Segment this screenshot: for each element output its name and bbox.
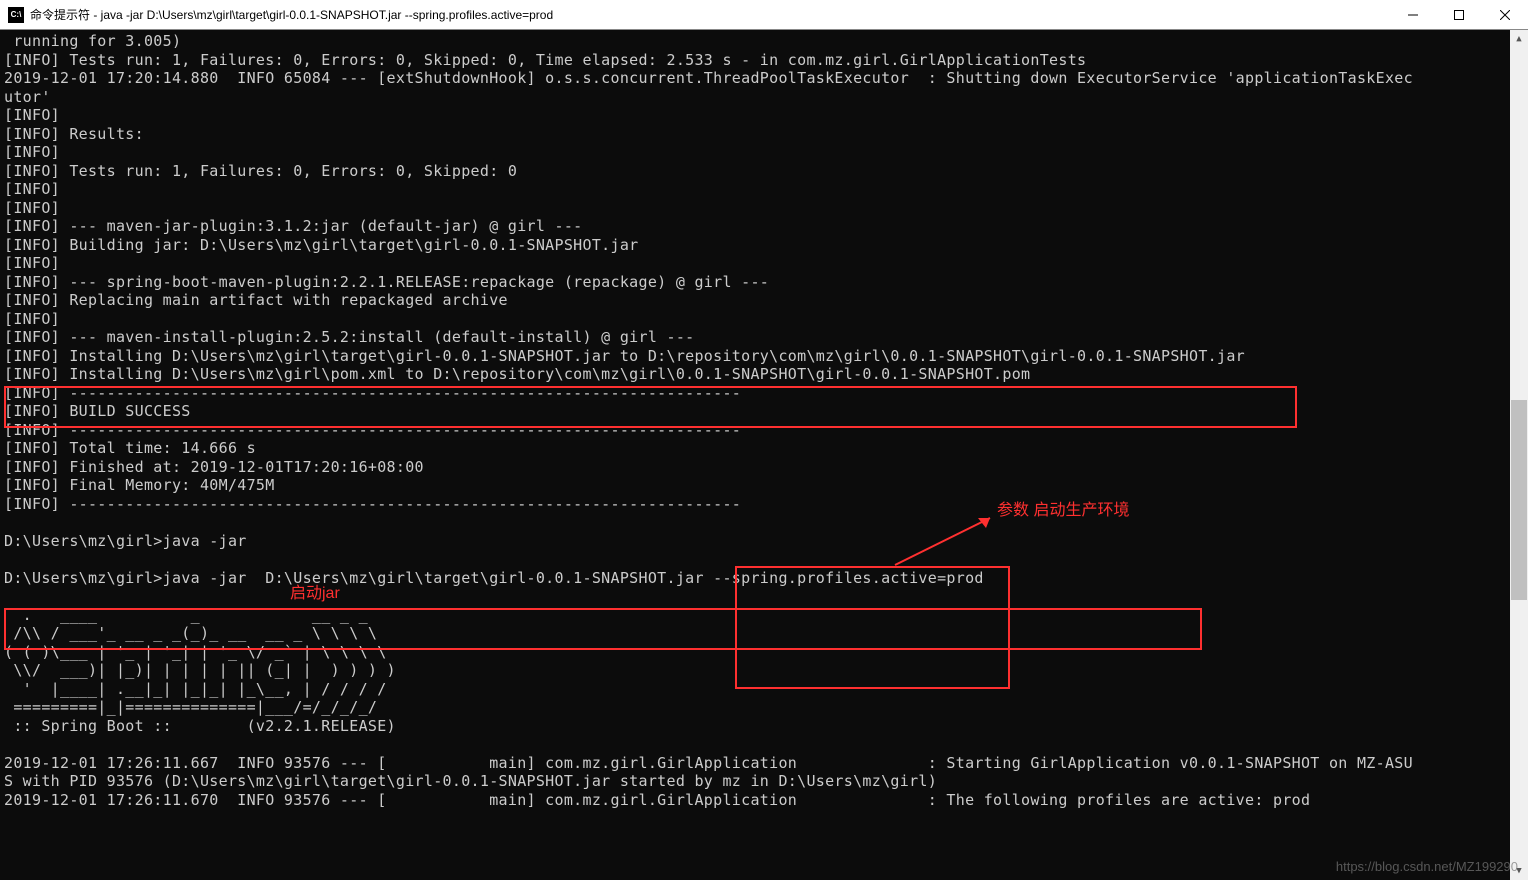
watermark: https://blog.csdn.net/MZ199290: [1336, 859, 1518, 874]
terminal-line: :: Spring Boot :: (v2.2.1.RELEASE): [4, 717, 1506, 736]
terminal-line: [4, 513, 1506, 532]
terminal-line: [4, 587, 1506, 606]
scrollbar-thumb[interactable]: [1511, 400, 1527, 600]
terminal-line: 2019-12-01 17:26:11.667 INFO 93576 --- […: [4, 754, 1506, 773]
terminal-line: . ____ _ __ _ _: [4, 606, 1506, 625]
terminal-line: [INFO] BUILD SUCCESS: [4, 402, 1506, 421]
terminal-line: [INFO] ---------------------------------…: [4, 421, 1506, 440]
terminal-line: [INFO] Tests run: 1, Failures: 0, Errors…: [4, 51, 1506, 70]
terminal-line: S with PID 93576 (D:\Users\mz\girl\targe…: [4, 772, 1506, 791]
terminal-line: ' |____| .__|_| |_|_| |_\__, | / / / /: [4, 680, 1506, 699]
terminal-line: =========|_|==============|___/=/_/_/_/: [4, 698, 1506, 717]
terminal-line: [INFO]: [4, 180, 1506, 199]
terminal-line: utor': [4, 88, 1506, 107]
terminal-line: D:\Users\mz\girl>java -jar D:\Users\mz\g…: [4, 569, 1506, 588]
terminal-line: D:\Users\mz\girl>java -jar: [4, 532, 1506, 551]
terminal-line: [INFO]: [4, 106, 1506, 125]
minimize-button[interactable]: [1390, 0, 1436, 30]
terminal-line: [INFO] Building jar: D:\Users\mz\girl\ta…: [4, 236, 1506, 255]
window-titlebar: C:\ 命令提示符 - java -jar D:\Users\mz\girl\t…: [0, 0, 1528, 30]
terminal-line: 2019-12-01 17:20:14.880 INFO 65084 --- […: [4, 69, 1506, 88]
terminal-line: [INFO] Total time: 14.666 s: [4, 439, 1506, 458]
terminal-line: [INFO] --- spring-boot-maven-plugin:2.2.…: [4, 273, 1506, 292]
terminal-line: [INFO] --- maven-install-plugin:2.5.2:in…: [4, 328, 1506, 347]
terminal-line: [INFO] Installing D:\Users\mz\girl\pom.x…: [4, 365, 1506, 384]
close-button[interactable]: [1482, 0, 1528, 30]
terminal-line: running for 3.005): [4, 32, 1506, 51]
terminal-line: [INFO]: [4, 199, 1506, 218]
terminal-line: 2019-12-01 17:26:11.670 INFO 93576 --- […: [4, 791, 1506, 810]
terminal-line: [INFO] Replacing main artifact with repa…: [4, 291, 1506, 310]
terminal-line: [INFO] Tests run: 1, Failures: 0, Errors…: [4, 162, 1506, 181]
terminal-line: [INFO] Final Memory: 40M/475M: [4, 476, 1506, 495]
terminal-line: [4, 735, 1506, 754]
terminal-output[interactable]: running for 3.005)[INFO] Tests run: 1, F…: [0, 30, 1528, 878]
terminal-line: [INFO] Installing D:\Users\mz\girl\targe…: [4, 347, 1506, 366]
terminal-line: [INFO]: [4, 310, 1506, 329]
terminal-line: ( ( )\___ | '_ | '_| | '_ \/ _` | \ \ \ …: [4, 643, 1506, 662]
terminal-line: /\\ / ___'_ __ _ _(_)_ __ __ _ \ \ \ \: [4, 624, 1506, 643]
terminal-line: [4, 550, 1506, 569]
scrollbar-up-button[interactable]: ▲: [1510, 30, 1528, 48]
terminal-line: [INFO] --- maven-jar-plugin:3.1.2:jar (d…: [4, 217, 1506, 236]
terminal-line: \\/ ___)| |_)| | | | | || (_| | ) ) ) ): [4, 661, 1506, 680]
terminal-line: [INFO]: [4, 254, 1506, 273]
terminal-line: [INFO] ---------------------------------…: [4, 384, 1506, 403]
terminal-line: [INFO] Finished at: 2019-12-01T17:20:16+…: [4, 458, 1506, 477]
terminal-line: [INFO] ---------------------------------…: [4, 495, 1506, 514]
window-title: 命令提示符 - java -jar D:\Users\mz\girl\targe…: [30, 6, 553, 23]
cmd-icon: C:\: [8, 7, 24, 23]
terminal-line: [INFO] Results:: [4, 125, 1506, 144]
terminal-line: [INFO]: [4, 143, 1506, 162]
maximize-button[interactable]: [1436, 0, 1482, 30]
